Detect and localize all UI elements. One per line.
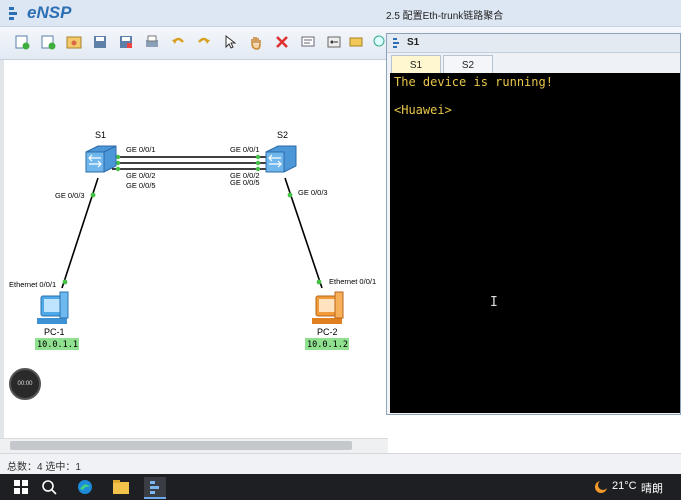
taskbar: 21°C 晴朗	[0, 474, 681, 500]
status-bar: 总数：4 选中：1	[0, 453, 681, 474]
terminal-line: <Huawei>	[394, 103, 452, 117]
save-as-icon[interactable]	[116, 32, 136, 52]
topology-diagram: S1 S2 PC-1 PC-2 10.0.1.1 10.0.1.2 GE 0/0…	[9, 130, 376, 350]
status-text: 总数：4 选中：1	[7, 462, 81, 473]
switch-s2[interactable]	[265, 145, 297, 173]
port-label: Ethernet 0/0/1	[329, 277, 376, 286]
port-label: GE 0/0/5	[230, 178, 260, 187]
device-label-pc2: PC-2	[317, 327, 338, 337]
port-label: GE 0/0/1	[230, 145, 260, 154]
device-label-pc1: PC-1	[44, 327, 65, 337]
terminal-window[interactable]: S1 S1 S2 The device is running! <Huawei>…	[386, 33, 681, 415]
horizontal-scrollbar[interactable]	[0, 438, 388, 453]
ip-text-pc2: 10.0.1.2	[307, 340, 348, 350]
terminal-tabs: S1 S2	[387, 53, 680, 75]
app-name: eNSP	[27, 3, 72, 22]
terminal-title-bar[interactable]: S1	[387, 34, 680, 53]
port-label: GE 0/0/1	[126, 145, 156, 154]
links	[61, 156, 323, 289]
file-explorer-icon[interactable]	[110, 477, 132, 497]
weather-condition: 晴朗	[641, 483, 663, 495]
save-icon[interactable]	[90, 32, 110, 52]
ensp-logo-icon	[393, 38, 399, 48]
pc-2[interactable]	[312, 291, 344, 324]
weather-temperature: 21°C	[612, 480, 637, 492]
recording-timer[interactable]: 00:00	[9, 368, 41, 400]
ensp-logo-icon	[9, 7, 17, 20]
palette-icon[interactable]	[324, 32, 344, 52]
redo-icon[interactable]	[194, 32, 214, 52]
pc-1[interactable]	[37, 291, 69, 324]
terminal-title: S1	[407, 37, 420, 48]
select-icon[interactable]	[220, 32, 240, 52]
text-cursor-icon: I	[490, 295, 498, 310]
undo-icon[interactable]	[168, 32, 188, 52]
port-label: GE 0/0/3	[298, 188, 328, 197]
scrollbar-thumb[interactable]	[10, 441, 352, 450]
device-label-s2: S2	[277, 130, 288, 140]
print-icon[interactable]	[142, 32, 162, 52]
title-bar: eNSP 2.5 配置Eth-trunk链路聚合	[0, 0, 681, 27]
pan-hand-icon[interactable]	[246, 32, 266, 52]
ensp-app-icon[interactable]	[144, 477, 166, 499]
weather-icon[interactable]	[590, 477, 612, 497]
terminal-console[interactable]: The device is running! <Huawei> I	[390, 73, 680, 413]
device-label-s1: S1	[95, 130, 106, 140]
new-exam-icon[interactable]	[38, 32, 58, 52]
text-annotation-icon[interactable]	[298, 32, 318, 52]
port-label: GE 0/0/5	[126, 181, 156, 190]
tab-s2[interactable]: S2	[443, 55, 493, 74]
window-title: 2.5 配置Eth-trunk链路聚合	[386, 11, 504, 22]
windows-start-icon[interactable]	[10, 477, 32, 497]
delete-icon[interactable]	[272, 32, 292, 52]
switch-s1[interactable]	[85, 145, 117, 173]
port-label: GE 0/0/2	[126, 171, 156, 180]
port-dots	[62, 154, 322, 285]
tab-s1[interactable]: S1	[391, 55, 441, 74]
edge-browser-icon[interactable]	[74, 477, 96, 497]
ip-text-pc1: 10.0.1.1	[37, 340, 78, 350]
terminal-line: The device is running!	[394, 75, 553, 89]
new-topology-icon[interactable]	[12, 32, 32, 52]
open-icon[interactable]	[64, 32, 84, 52]
port-label: GE 0/0/3	[55, 191, 85, 200]
port-label: Ethernet 0/0/1	[9, 280, 56, 289]
search-icon[interactable]	[38, 477, 60, 497]
rectangle-icon[interactable]	[346, 32, 366, 52]
